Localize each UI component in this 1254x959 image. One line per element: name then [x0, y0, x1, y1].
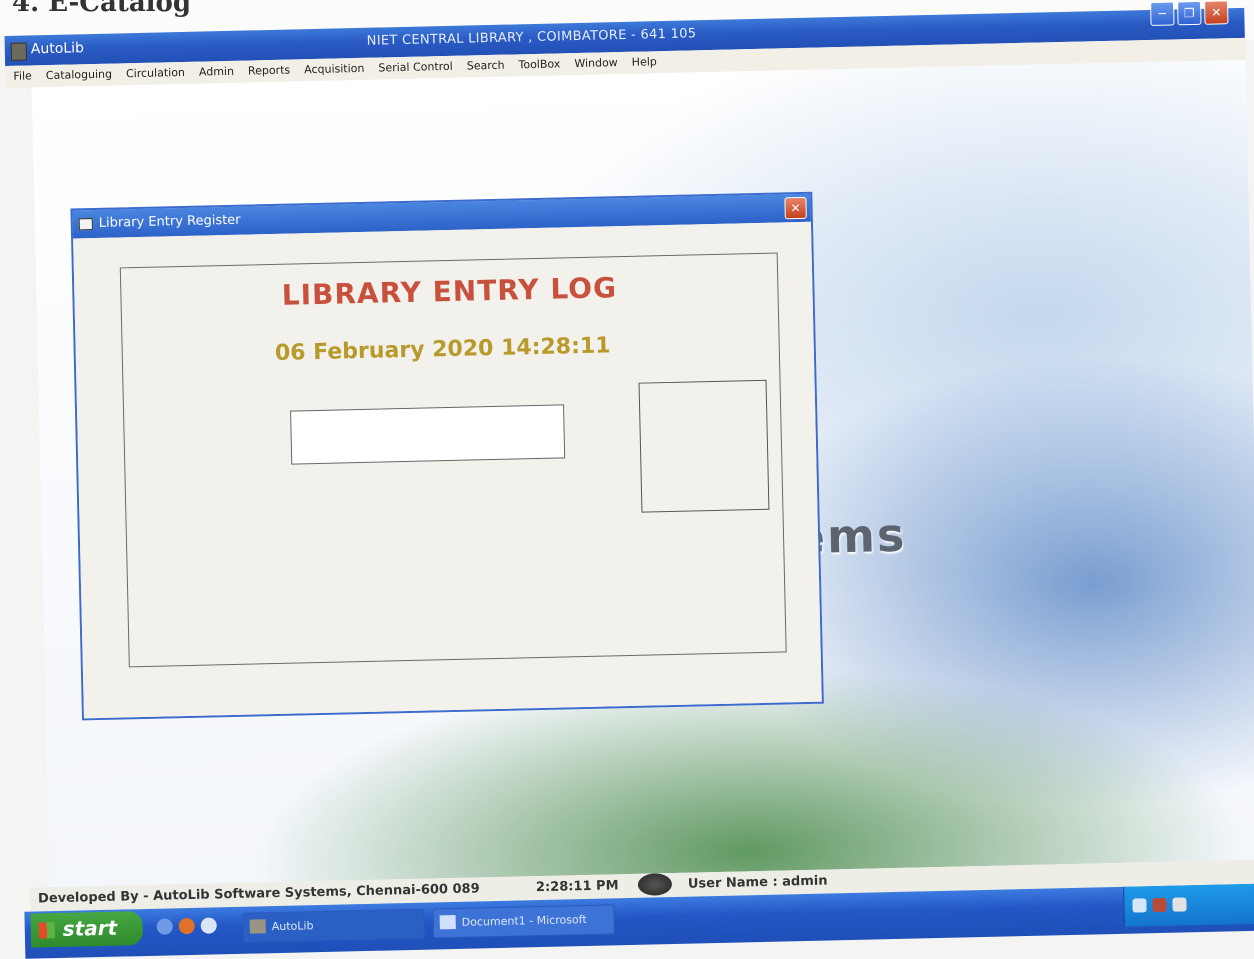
system-tray	[1123, 883, 1254, 927]
windows-flag-icon	[38, 922, 55, 939]
menu-cataloguing[interactable]: Cataloguing	[38, 63, 119, 87]
autolib-logo-icon	[637, 873, 673, 896]
menu-circulation[interactable]: Circulation	[118, 62, 191, 86]
window-controls: ─ ❐ ✕	[1150, 0, 1229, 26]
status-user: User Name : admin	[687, 873, 828, 892]
autolib-task-icon	[249, 919, 266, 934]
menu-window[interactable]: Window	[566, 52, 624, 75]
menu-file[interactable]: File	[5, 65, 38, 88]
menu-help[interactable]: Help	[623, 51, 663, 74]
network-icon[interactable]	[1132, 898, 1147, 913]
word-document-icon	[439, 914, 456, 930]
restore-icon[interactable]: ❐	[1177, 0, 1202, 26]
app-logo-icon	[10, 42, 28, 61]
show-desktop-icon[interactable]	[156, 918, 173, 935]
task-autolib[interactable]: AutoLib	[242, 908, 426, 943]
volume-icon[interactable]	[1172, 897, 1187, 912]
firefox-icon[interactable]	[178, 917, 195, 935]
menu-serial-control[interactable]: Serial Control	[370, 56, 459, 80]
menu-reports[interactable]: Reports	[240, 59, 297, 82]
menu-admin[interactable]: Admin	[191, 61, 241, 84]
autolib-window: AutoLib NIET CENTRAL LIBRARY , COIMBATOR…	[4, 0, 1254, 959]
task-document[interactable]: Document1 - Microsoft	[432, 904, 616, 939]
log-heading: LIBRARY ENTRY LOG	[281, 271, 618, 312]
menu-search[interactable]: Search	[459, 55, 511, 78]
entry-frame: LIBRARY ENTRY LOG 06 February 2020 14:28…	[119, 252, 787, 668]
security-icon[interactable]	[1152, 897, 1167, 913]
minimize-icon[interactable]: ─	[1150, 1, 1175, 26]
task-document-label: Document1 - Microsoft	[461, 913, 587, 929]
menu-acquisition[interactable]: Acquisition	[296, 58, 371, 82]
close-icon[interactable]: ✕	[1204, 0, 1229, 25]
start-label: start	[62, 915, 118, 941]
app-caption: NIET CENTRAL LIBRARY , COIMBATORE - 641 …	[366, 26, 697, 49]
internet-explorer-icon[interactable]	[200, 917, 217, 934]
dialog-app-icon	[78, 218, 93, 231]
menu-toolbox[interactable]: ToolBox	[510, 53, 566, 76]
start-button[interactable]: start	[30, 911, 144, 948]
dialog-close-icon[interactable]: ✕	[784, 196, 807, 220]
dialog-body: LIBRARY ENTRY LOG 06 February 2020 14:28…	[73, 221, 822, 719]
mdi-background: e Systems Library Entry Register ✕ LIBRA…	[31, 59, 1254, 888]
app-name: AutoLib	[30, 40, 85, 58]
library-entry-register-dialog: Library Entry Register ✕ LIBRARY ENTRY L…	[70, 191, 824, 721]
status-time: 2:28:11 PM	[535, 878, 619, 896]
dialog-title: Library Entry Register	[98, 212, 241, 231]
member-id-input[interactable]	[290, 404, 566, 465]
task-autolib-label: AutoLib	[271, 919, 314, 934]
member-photo-box	[638, 379, 770, 513]
log-datetime: 06 February 2020 14:28:11	[274, 333, 611, 366]
